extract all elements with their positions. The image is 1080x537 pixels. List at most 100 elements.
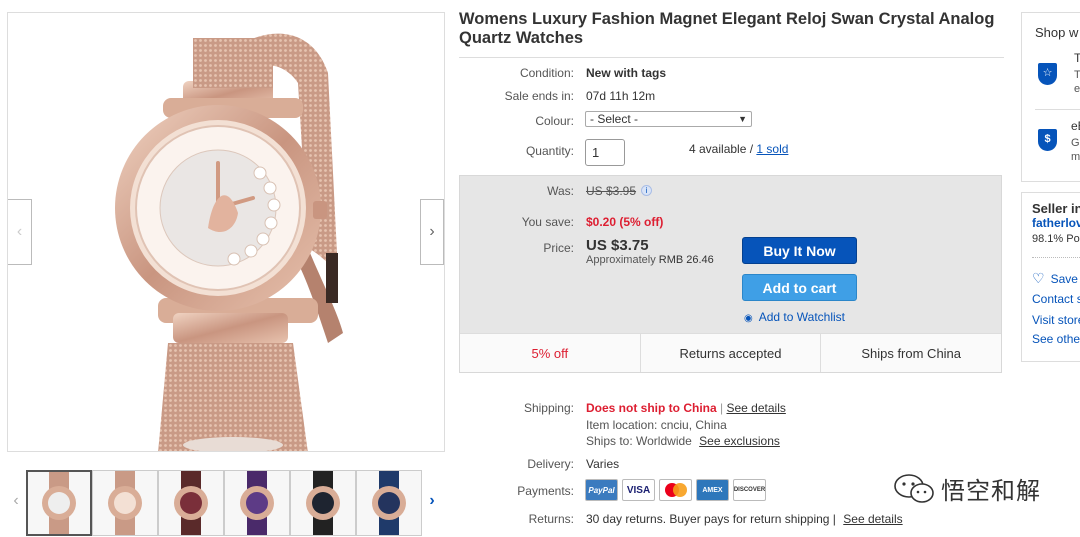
info-icon[interactable]: i	[641, 185, 652, 196]
quantity-label: Quantity:	[525, 144, 574, 158]
amex-icon: AMEX	[696, 479, 729, 501]
sidebar-item2-sub2: m	[1071, 151, 1080, 163]
paypal-icon: PayPal	[585, 479, 618, 501]
thumb-next-button[interactable]: ›	[425, 492, 439, 510]
payments-label: Payments:	[517, 484, 574, 498]
thumbnail-image	[306, 471, 340, 535]
thumbnail-3[interactable]	[158, 470, 224, 536]
was-price: US $3.95	[586, 184, 637, 198]
thumbnail-strip: ‹ ›	[7, 470, 445, 536]
shipping-value: Does not ship to China | See details	[586, 401, 786, 415]
availability: 4 available / 1 sold	[689, 142, 788, 156]
seller-name-link[interactable]: fatherlov	[1032, 216, 1080, 230]
product-watch-image	[115, 33, 343, 451]
add-to-watchlist-link[interactable]: ◉ Add to Watchlist	[744, 310, 845, 324]
shipping-see-details-link[interactable]: See details	[726, 401, 785, 415]
colour-label: Colour:	[535, 114, 574, 128]
thumbnail-image	[372, 471, 406, 535]
was-label: Was:	[547, 184, 574, 198]
thumbnail-2[interactable]	[92, 470, 158, 536]
add-to-cart-button[interactable]: Add to cart	[742, 274, 857, 301]
thumbnail-4[interactable]	[224, 470, 290, 536]
shop-with-confidence-panel: Shop w ☆ T T e $ eB Ge m	[1021, 12, 1080, 182]
you-save-value: $0.20 (5% off)	[586, 215, 664, 229]
thumbnail-image	[240, 471, 274, 535]
product-image-gallery[interactable]: ‹ ›	[7, 12, 445, 452]
thumbnail-1[interactable]	[26, 470, 92, 536]
dropdown-caret-icon: ▼	[738, 114, 747, 124]
feature-ships-from: Ships from China	[861, 346, 962, 361]
seller-title: Seller in	[1032, 201, 1080, 216]
ships-to: Ships to: Worldwide See exclusions	[586, 434, 780, 448]
returns-policy: 30 day returns. Buyer pays for return sh…	[586, 512, 836, 526]
delivery-value: Varies	[586, 457, 620, 471]
colour-select[interactable]: - Select - ▼	[585, 111, 752, 127]
approx-price: Approximately RMB 26.46	[586, 254, 714, 266]
quantity-input[interactable]: 1	[585, 139, 625, 166]
watermark-text: 悟空和解	[941, 477, 1041, 505]
approx-value: RMB 26.46	[658, 254, 714, 266]
chevron-right-icon: ›	[429, 223, 435, 240]
condition-value: New with tags	[586, 66, 667, 80]
no-ship-notice: Does not ship to China	[586, 401, 717, 415]
price-value: US $3.75	[586, 237, 649, 254]
chevron-right-icon: ›	[429, 492, 435, 509]
feature-returns: Returns accepted	[641, 334, 822, 372]
thumb-prev-button[interactable]: ‹	[9, 492, 23, 510]
thumbnail-5[interactable]	[290, 470, 356, 536]
contact-seller-link[interactable]: Contact s	[1032, 292, 1080, 306]
sidebar-item1-sub1: T	[1074, 69, 1080, 81]
chevron-left-icon: ‹	[16, 223, 23, 240]
ships-to-value: Ships to: Worldwide	[586, 434, 692, 448]
wechat-logo-icon	[894, 473, 934, 503]
eye-icon: ◉	[744, 313, 753, 324]
sidebar-item2-sub1: Ge	[1071, 137, 1080, 149]
returns-see-details-link[interactable]: See details	[843, 512, 902, 526]
returns-value: 30 day returns. Buyer pays for return sh…	[586, 512, 903, 526]
divider	[459, 57, 1004, 58]
money-back-shield-icon: $	[1038, 129, 1057, 151]
sidebar-item2-title: eB	[1071, 119, 1080, 133]
colour-select-value: - Select -	[590, 112, 639, 126]
condition-label: Condition:	[519, 66, 574, 80]
divider	[1032, 257, 1080, 258]
discover-icon: DISCOVER	[733, 479, 766, 501]
thumbnail-image	[174, 471, 208, 535]
delivery-label: Delivery:	[527, 457, 574, 471]
see-exclusions-link[interactable]: See exclusions	[699, 434, 780, 448]
sale-ends-label: Sale ends in:	[504, 89, 574, 103]
watermark: 悟空和解	[893, 471, 1041, 506]
save-seller-link[interactable]: ♡ Save	[1032, 270, 1078, 287]
item-title: Womens Luxury Fashion Magnet Elegant Rel…	[459, 10, 995, 47]
thumbnail-6[interactable]	[356, 470, 422, 536]
mastercard-icon	[659, 479, 692, 501]
shipping-label: Shipping:	[523, 401, 574, 415]
sidebar-item1-sub2: e	[1074, 83, 1080, 95]
available-count: 4 available /	[689, 142, 754, 156]
sale-ends-value: 07d 11h 12m	[586, 89, 656, 103]
sidebar-item1-title: T	[1074, 51, 1080, 65]
payment-methods: PayPal VISA AMEX DISCOVER	[585, 479, 766, 501]
save-seller-label: Save	[1050, 272, 1078, 286]
visit-store-link[interactable]: Visit store	[1032, 313, 1080, 327]
watchlist-label: Add to Watchlist	[758, 310, 845, 324]
chevron-left-icon: ‹	[13, 492, 19, 509]
visa-icon: VISA	[622, 479, 655, 501]
see-other-items-link[interactable]: See other	[1032, 332, 1080, 346]
you-save-label: You save:	[521, 215, 574, 229]
gallery-prev-button[interactable]: ‹	[8, 199, 32, 265]
returns-label: Returns:	[528, 512, 574, 526]
seller-rating: 98.1% Po	[1032, 233, 1080, 245]
star-shield-icon: ☆	[1038, 63, 1057, 85]
shop-title: Shop w	[1035, 25, 1079, 40]
sold-link[interactable]: 1 sold	[756, 142, 788, 156]
gallery-next-button[interactable]: ›	[420, 199, 444, 265]
thumbnail-image	[108, 471, 142, 535]
feature-discount: 5% off	[460, 334, 641, 372]
approx-prefix: Approximately	[586, 254, 656, 266]
seller-info-panel: Seller in fatherlov 98.1% Po ♡ Save Conta…	[1021, 192, 1080, 362]
divider	[1035, 109, 1080, 110]
price-label: Price:	[543, 241, 574, 255]
heart-icon: ♡	[1032, 270, 1045, 286]
buy-it-now-button[interactable]: Buy It Now	[742, 237, 857, 264]
